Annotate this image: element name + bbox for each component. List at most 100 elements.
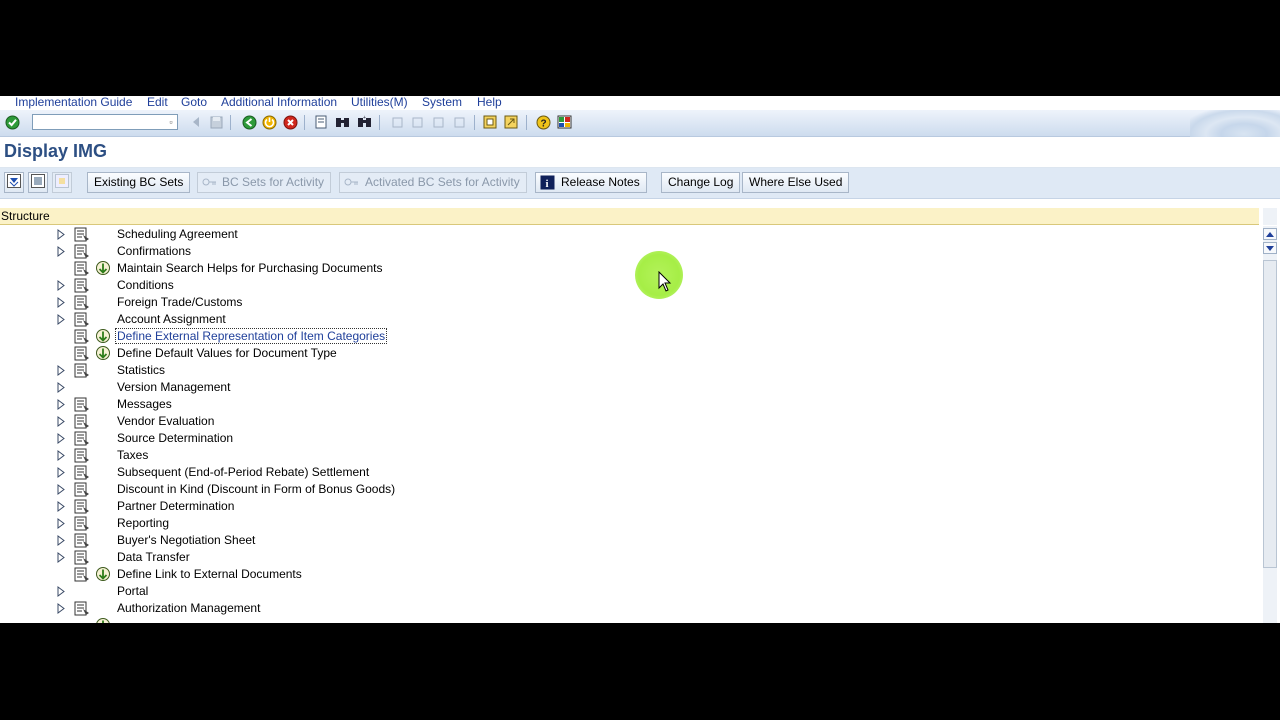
tree-node-label[interactable]: Account Assignment — [117, 312, 226, 326]
menu-implementation-guide[interactable]: Implementation Guide — [15, 96, 132, 109]
selected-tree-node-label[interactable]: Define External Representation of Item C… — [114, 328, 388, 344]
expand-arrow-icon[interactable] — [57, 433, 65, 444]
execute-activity-icon[interactable] — [95, 260, 111, 276]
tree-node-label[interactable]: Version Management — [117, 380, 230, 394]
layout-menu-icon[interactable] — [556, 114, 572, 130]
tree-node[interactable]: Partner Determination — [0, 498, 1259, 515]
scroll-thumb[interactable] — [1263, 260, 1277, 568]
scroll-up-button[interactable] — [1263, 228, 1277, 240]
exit-icon[interactable] — [261, 114, 277, 130]
tree-node-label[interactable]: Maintain Search Helps for Purchasing Doc… — [117, 261, 382, 275]
vertical-scrollbar[interactable] — [1263, 226, 1277, 623]
tree-node[interactable]: Taxes — [0, 447, 1259, 464]
tree-node-label[interactable]: Conditions — [117, 278, 174, 292]
bc-sets-for-activity-button[interactable]: BC Sets for Activity — [197, 172, 332, 193]
documentation-icon[interactable] — [74, 465, 90, 480]
expand-arrow-icon[interactable] — [57, 518, 65, 529]
tree-node-label[interactable]: Source Determination — [117, 431, 233, 445]
expand-arrow-icon[interactable] — [57, 450, 65, 461]
execute-activity-icon[interactable] — [95, 566, 111, 582]
expand-arrow-icon[interactable] — [57, 603, 65, 614]
documentation-icon[interactable] — [74, 312, 90, 327]
scroll-down-button[interactable] — [1263, 242, 1277, 254]
save-icon[interactable] — [208, 114, 224, 130]
expand-arrow-icon[interactable] — [57, 229, 65, 240]
cancel-icon[interactable] — [282, 114, 298, 130]
menu-goto[interactable]: Goto — [181, 96, 207, 109]
tree-node[interactable]: Scheduling Agreement — [0, 226, 1259, 243]
tree-node[interactable]: Define Link to External Documents — [0, 566, 1259, 583]
documentation-icon[interactable] — [74, 261, 90, 276]
change-log-button[interactable]: Change Log — [661, 172, 741, 193]
documentation-icon[interactable] — [74, 567, 90, 582]
command-field-dropdown-icon[interactable]: ▫ — [166, 116, 176, 128]
tree-node[interactable]: Portal — [0, 583, 1259, 600]
enter-icon[interactable] — [4, 114, 20, 130]
documentation-icon[interactable] — [74, 363, 90, 378]
tree-node-label[interactable]: Define Default Values for Document Type — [117, 346, 337, 360]
find-next-icon[interactable]: + — [356, 114, 372, 130]
documentation-icon[interactable] — [74, 329, 90, 344]
tree-node[interactable]: Subsequent (End-of-Period Rebate) Settle… — [0, 464, 1259, 481]
tree-node[interactable]: Reporting — [0, 515, 1259, 532]
expand-arrow-icon[interactable] — [57, 280, 65, 291]
expand-arrow-icon[interactable] — [57, 552, 65, 563]
documentation-icon[interactable] — [74, 295, 90, 310]
execute-activity-icon[interactable] — [95, 328, 111, 344]
execute-activity-icon[interactable] — [95, 617, 111, 623]
tree-node-label[interactable]: Portal — [117, 584, 148, 598]
expand-arrow-icon[interactable] — [57, 484, 65, 495]
documentation-icon[interactable] — [74, 533, 90, 548]
expand-arrow-icon[interactable] — [57, 246, 65, 257]
tree-node[interactable]: Define Default Values for Document Type — [0, 345, 1259, 362]
documentation-icon[interactable] — [74, 278, 90, 293]
tree-node-label[interactable]: Authorization Management — [117, 601, 260, 615]
additional-info-button[interactable] — [52, 172, 72, 193]
tree-node[interactable]: Confirmations — [0, 243, 1259, 260]
details-button[interactable] — [28, 172, 48, 193]
expand-arrow-icon[interactable] — [57, 314, 65, 325]
filter-button[interactable] — [4, 172, 24, 193]
where-else-used-button[interactable]: Where Else Used — [742, 172, 850, 193]
tree-node[interactable]: Define External Representation of Item C… — [0, 328, 1259, 345]
documentation-icon[interactable] — [74, 346, 90, 361]
documentation-icon[interactable] — [74, 499, 90, 514]
menu-utilities[interactable]: Utilities(M) — [351, 96, 408, 109]
tree-node-label[interactable]: Subsequent (End-of-Period Rebate) Settle… — [117, 465, 369, 479]
tree-node[interactable]: Account Assignment — [0, 311, 1259, 328]
expand-arrow-icon[interactable] — [57, 399, 65, 410]
existing-bc-sets-button[interactable]: Existing BC Sets — [87, 172, 191, 193]
tree-node[interactable]: Foreign Trade/Customs — [0, 294, 1259, 311]
tree-node[interactable]: Conditions — [0, 277, 1259, 294]
tree-node-label[interactable]: Taxes — [117, 448, 148, 462]
expand-arrow-icon[interactable] — [57, 535, 65, 546]
activated-bc-sets-button[interactable]: Activated BC Sets for Activity — [339, 172, 527, 193]
print-icon[interactable] — [313, 114, 329, 130]
expand-arrow-icon[interactable] — [57, 467, 65, 478]
tree-node[interactable]: Data Transfer — [0, 549, 1259, 566]
tree-node-label[interactable]: Messages — [117, 397, 172, 411]
tree-node[interactable]: Source Determination — [0, 430, 1259, 447]
tree-node-label[interactable]: Vendor Evaluation — [117, 414, 214, 428]
tree-node-label[interactable]: Reporting — [117, 516, 169, 530]
tree-node[interactable]: Discount in Kind (Discount in Form of Bo… — [0, 481, 1259, 498]
tree-node[interactable]: Authorization Management — [0, 600, 1259, 617]
tree-node-label[interactable]: Foreign Trade/Customs — [117, 295, 242, 309]
documentation-icon[interactable] — [74, 431, 90, 446]
release-notes-button[interactable]: i Release Notes — [535, 172, 647, 193]
tree-node-label[interactable]: Partner Determination — [117, 499, 234, 513]
find-icon[interactable] — [334, 114, 350, 130]
expand-arrow-icon[interactable] — [57, 382, 65, 393]
help-icon[interactable]: ? — [535, 114, 551, 130]
tree-node-label[interactable]: Discount in Kind (Discount in Form of Bo… — [117, 482, 395, 496]
tree-node[interactable]: Statistics — [0, 362, 1259, 379]
documentation-icon[interactable] — [74, 482, 90, 497]
documentation-icon[interactable] — [74, 550, 90, 565]
documentation-icon[interactable] — [74, 448, 90, 463]
tree-node-label[interactable]: Confirmations — [117, 244, 191, 258]
execute-activity-icon[interactable] — [95, 345, 111, 361]
tree-node-label[interactable]: Data Transfer — [117, 550, 190, 564]
tree-node[interactable]: Messages — [0, 396, 1259, 413]
documentation-icon[interactable] — [74, 244, 90, 259]
documentation-icon[interactable] — [74, 516, 90, 531]
